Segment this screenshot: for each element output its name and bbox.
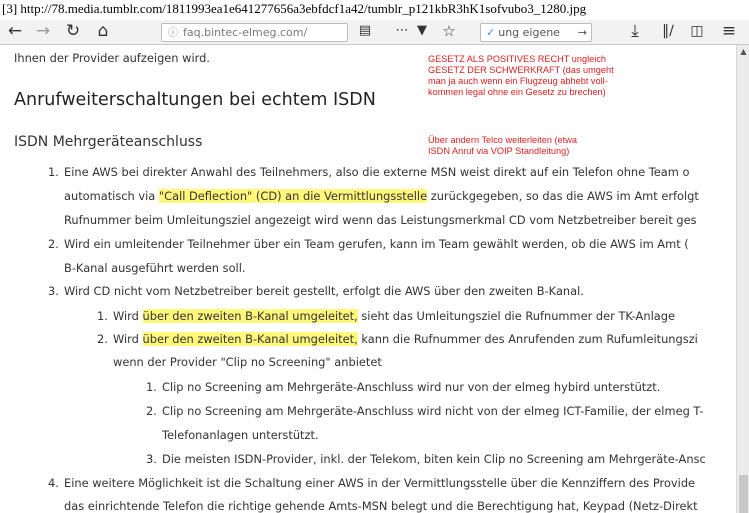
list-item-text: Eine AWS bei direkter Anwahl des Teilneh… xyxy=(64,165,690,179)
url-bar[interactable]: ⓘ faq.bintec-elmeg.com/ xyxy=(161,23,348,42)
highlighted-text: über den zweiten B-Kanal umgeleitet, xyxy=(142,309,358,323)
list-item-text: Wird CD nicht vom Netzbetreiber bereit g… xyxy=(64,284,584,298)
subsublist-item-number: 1. xyxy=(146,380,157,394)
search-box[interactable]: ✓ ung eigene → xyxy=(480,23,592,42)
bookmark-star-icon[interactable]: ☆ xyxy=(440,20,458,44)
image-caption: [3] http://78.media.tumblr.com/1811993ea… xyxy=(0,0,749,20)
home-icon[interactable]: ⌂ xyxy=(94,20,112,44)
search-icon: ✓ xyxy=(486,26,496,39)
list-item-text: Wird ein umleitender Teilnehmer über ein… xyxy=(64,237,689,251)
menu-icon[interactable]: ≡ xyxy=(720,20,738,44)
subsublist-item-text: Clip no Screening am Mehrgeräte-Anschlus… xyxy=(162,380,661,394)
list-item-text: B-Kanal ausgeführt werden soll. xyxy=(64,261,246,275)
list-item-text: automatisch via "Call Deflection" (CD) a… xyxy=(64,189,699,203)
annotation-law-note: GESETZ ALS POSITIVES RECHT ungleich GESE… xyxy=(428,54,614,97)
back-icon[interactable]: ← xyxy=(6,20,24,44)
scrollbar-thumb[interactable] xyxy=(739,475,748,513)
search-go-icon[interactable]: → xyxy=(578,24,587,41)
subsublist-item-text: Clip no Screening am Mehrgeräte-Anschlus… xyxy=(162,404,704,418)
sublist-item-text: wenn der Provider "Clip no Screening" an… xyxy=(113,355,382,369)
list-item-number: 2. xyxy=(48,237,59,251)
annotation-telco-note: Über andern Telco weiterleiten (etwa ISD… xyxy=(428,135,577,156)
search-text: ung eigene xyxy=(498,26,560,39)
url-text: faq.bintec-elmeg.com/ xyxy=(183,26,308,39)
sublist-item-number: 1. xyxy=(97,309,108,323)
list-item-text: Eine weitere Möglichkeit ist die Schaltu… xyxy=(64,476,696,490)
subsublist-item-number: 3. xyxy=(146,452,157,466)
reader-view-icon[interactable]: ▤ xyxy=(356,20,374,44)
highlighted-text: über den zweiten B-Kanal umgeleitet, xyxy=(142,332,358,346)
download-icon[interactable]: ⤓ xyxy=(626,20,644,44)
menu-dots-icon[interactable]: ⋯ xyxy=(392,20,412,44)
sublist-item-text: Wird über den zweiten B-Kanal umgeleitet… xyxy=(113,309,675,323)
library-icon[interactable]: ‖∕ xyxy=(658,20,678,44)
browser-toolbar: ← → ↻ ⌂ ⓘ faq.bintec-elmeg.com/ ▤ ⋯ ▼ ☆ ✓… xyxy=(0,20,749,45)
list-item-number: 1. xyxy=(48,165,59,179)
info-icon[interactable]: ⓘ xyxy=(166,25,180,41)
sidebar-icon[interactable]: ◫ xyxy=(688,20,706,44)
reload-icon[interactable]: ↻ xyxy=(64,20,82,44)
sublist-item-number: 2. xyxy=(97,332,108,346)
list-item-number: 4. xyxy=(48,476,59,490)
pocket-icon[interactable]: ▼ xyxy=(414,20,430,44)
forward-icon[interactable]: → xyxy=(34,20,52,44)
list-item-number: 3. xyxy=(48,284,59,298)
subsublist-item-text: Telefonanlagen unterstützt. xyxy=(162,428,319,442)
sublist-item-text: Wird über den zweiten B-Kanal umgeleitet… xyxy=(113,332,698,346)
section-subheading: ISDN Mehrgeräteanschluss xyxy=(14,134,203,150)
highlighted-text: "Call Deflection" (CD) an die Vermittlun… xyxy=(158,189,428,203)
list-item-text: Rufnummer beim Umleitungsziel angezeigt … xyxy=(64,213,697,227)
scroll-up-icon[interactable]: ▲ xyxy=(737,47,749,56)
scrollbar[interactable]: ▲ xyxy=(736,45,749,513)
page-heading: Anrufweiterschaltungen bei echtem ISDN xyxy=(14,90,376,110)
list-item-text: das einrichtende Telefon die richtige ge… xyxy=(64,499,698,513)
page-content: Ihnen der Provider aufzeigen wird. Anruf… xyxy=(0,45,736,513)
intro-text: Ihnen der Provider aufzeigen wird. xyxy=(14,51,210,65)
subsublist-item-text: Die meisten ISDN-Provider, inkl. der Tel… xyxy=(162,452,706,466)
subsublist-item-number: 2. xyxy=(146,404,157,418)
